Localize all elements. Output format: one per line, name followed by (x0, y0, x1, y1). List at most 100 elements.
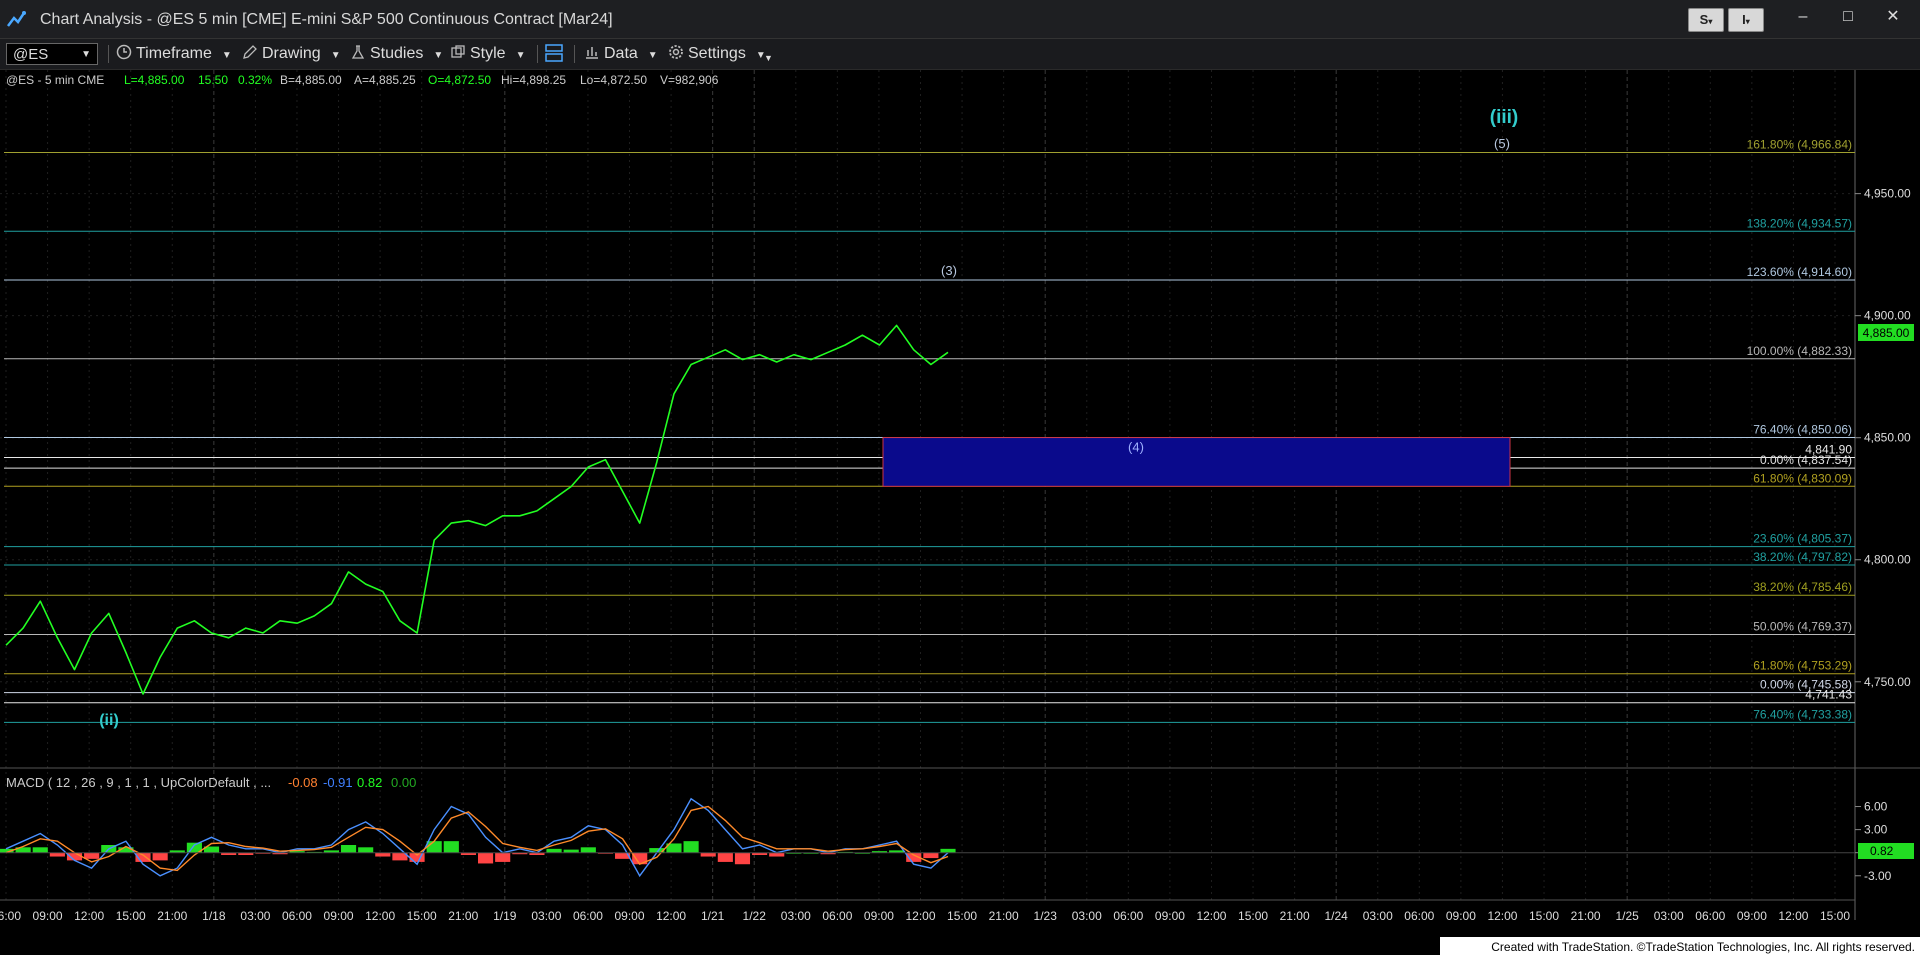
time-tick-label: 12:00 (74, 909, 104, 923)
drawing-menu[interactable]: Drawing ▼ (242, 43, 341, 65)
macd-histogram-bar (84, 852, 100, 859)
macd-label: MACD ( 12 , 26 , 9 , 1 , 1 , UpColorDefa… (6, 775, 271, 790)
fib-level-label: 38.20% (4,785.46) (1753, 580, 1852, 594)
wave-label-5: (5) (1494, 136, 1510, 151)
macd-histogram-bar (700, 852, 716, 857)
timeframe-menu[interactable]: Timeframe ▼ (116, 43, 232, 65)
wave-4-box-label: (4) (1128, 440, 1144, 455)
time-tick-label: 15:00 (407, 909, 437, 923)
macd-histogram-bar (340, 845, 357, 853)
fib-level-label: 0.00% (4,837.54) (1760, 453, 1852, 467)
time-tick-label: 03:00 (1072, 909, 1102, 923)
bar-chart-icon (586, 47, 598, 59)
macd-last-text: 0.82 (1870, 844, 1894, 858)
time-tick-label: 1/19 (493, 909, 517, 923)
time-tick-label: 1/25 (1615, 909, 1639, 923)
info-volume: V=982,906 (660, 73, 719, 87)
macd-readout-3: 0.82 (357, 775, 382, 790)
window-title: Chart Analysis - @ES 5 min [CME] E-mini … (40, 11, 613, 28)
macd-histogram-bar (32, 847, 48, 853)
macd-histogram-bar (495, 852, 511, 862)
s-button[interactable]: S▾ (1688, 8, 1724, 32)
price-tick-label: 4,900.00 (1864, 309, 1911, 323)
info-ask: A=4,885.25 (354, 73, 416, 87)
symbol-value: @ES (13, 46, 49, 63)
time-tick-label: 09:00 (1155, 909, 1185, 923)
info-last: L=4,885.00 (124, 73, 185, 87)
gear-icon (669, 45, 683, 59)
time-tick-label: 06:00 (282, 909, 312, 923)
layout-button[interactable] (544, 43, 568, 65)
macd-histogram-bar (375, 852, 391, 857)
macd-histogram-bar (478, 852, 494, 864)
style-icon (451, 45, 465, 58)
tradestation-logo-icon (7, 11, 26, 27)
title-bar: Chart Analysis - @ES 5 min [CME] E-mini … (0, 0, 1920, 39)
symbol-input[interactable]: @ES ▼ (6, 43, 98, 65)
macd-tick-label: 6.00 (1864, 800, 1888, 814)
drawing-label: Drawing (262, 45, 321, 62)
macd-histogram-bar (923, 852, 939, 859)
info-bid: B=4,885.00 (280, 73, 342, 87)
footer-credit: Created with TradeStation. ©TradeStation… (1491, 940, 1915, 954)
macd-histogram-bar (683, 841, 699, 853)
time-tick-label: 15:00 (1820, 909, 1850, 923)
chevron-down-icon: ▼ (81, 49, 91, 60)
toolbar-divider (537, 45, 538, 63)
chart-area[interactable]: 161.80% (4,966.84) 138.20% (4,934.57) 123.… (0, 70, 1920, 955)
time-tick-label: 03:00 (781, 909, 811, 923)
settings-menu[interactable]: Settings ▼ (668, 43, 766, 65)
macd-histogram-bar (426, 841, 442, 853)
wave-label-3: (3) (941, 263, 957, 278)
toolbar-overflow-icon[interactable]: ▼ (764, 47, 773, 69)
time-tick-label: 06:00 (822, 909, 852, 923)
time-tick-label: 1/23 (1034, 909, 1058, 923)
close-icon[interactable]: ✕ (1878, 6, 1908, 28)
minimize-icon[interactable]: – (1788, 6, 1818, 28)
time-tick-label: 15:00 (1238, 909, 1268, 923)
studies-label: Studies (370, 45, 424, 62)
time-tick-label: 06:00 (573, 909, 603, 923)
time-tick-label: 09:00 (1446, 909, 1476, 923)
time-tick-label: 1/22 (743, 909, 767, 923)
time-tick-label: 15:00 (947, 909, 977, 923)
toolbar-divider (108, 45, 109, 63)
price-tick-label: 4,800.00 (1864, 553, 1911, 567)
macd-tick-label: 3.00 (1864, 823, 1888, 837)
chart-toolbar: @ES ▼ Timeframe ▼ Drawing ▼ Studies ▼ Style ▼… (0, 39, 1920, 70)
wave-label-ii: (ii) (99, 712, 119, 729)
time-tick-label: 21:00 (448, 909, 478, 923)
macd-last-badge: 0.82 (1858, 843, 1914, 859)
clock-icon (116, 44, 132, 60)
dropdown-arrow-icon: ▼ (515, 50, 526, 61)
time-tick-label: 09:00 (1737, 909, 1767, 923)
info-symbol: @ES - 5 min CME (6, 73, 104, 87)
time-tick-label: 1/21 (701, 909, 725, 923)
time-tick-label: 12:00 (1196, 909, 1226, 923)
maximize-icon[interactable]: □ (1833, 6, 1863, 28)
time-tick-label: 1/18 (202, 909, 226, 923)
info-open: O=4,872.50 (428, 73, 491, 87)
fib-level-label: 61.80% (4,830.09) (1753, 471, 1852, 485)
time-tick-label: 06:00 (1404, 909, 1434, 923)
dropdown-arrow-icon: ▼ (433, 50, 444, 61)
wave-4-target-box[interactable] (882, 437, 1511, 487)
fib-level-label: 23.60% (4,805.37) (1753, 532, 1852, 546)
i-button[interactable]: I▾ (1728, 8, 1764, 32)
time-tick-label: 03:00 (531, 909, 561, 923)
pencil-icon (243, 45, 257, 59)
flask-icon (351, 45, 365, 59)
toolbar-divider (574, 45, 575, 63)
time-tick-label: 06:00 (1695, 909, 1725, 923)
data-menu[interactable]: Data ▼ (584, 43, 658, 65)
fib-level-label: 76.40% (4,850.06) (1753, 423, 1852, 437)
fib-level-label: 50.00% (4,769.37) (1753, 620, 1852, 634)
info-change-pct: 0.32% (238, 73, 272, 87)
data-label: Data (604, 45, 638, 62)
time-tick-label: 06:00 (1113, 909, 1143, 923)
studies-menu[interactable]: Studies ▼ (350, 43, 443, 65)
fib-level-label: 161.80% (4,966.84) (1747, 138, 1852, 152)
fib-level-label: 4,741.43 (1805, 688, 1852, 702)
style-menu[interactable]: Style ▼ (450, 43, 525, 65)
fib-level-label: 138.20% (4,934.57) (1747, 216, 1852, 230)
